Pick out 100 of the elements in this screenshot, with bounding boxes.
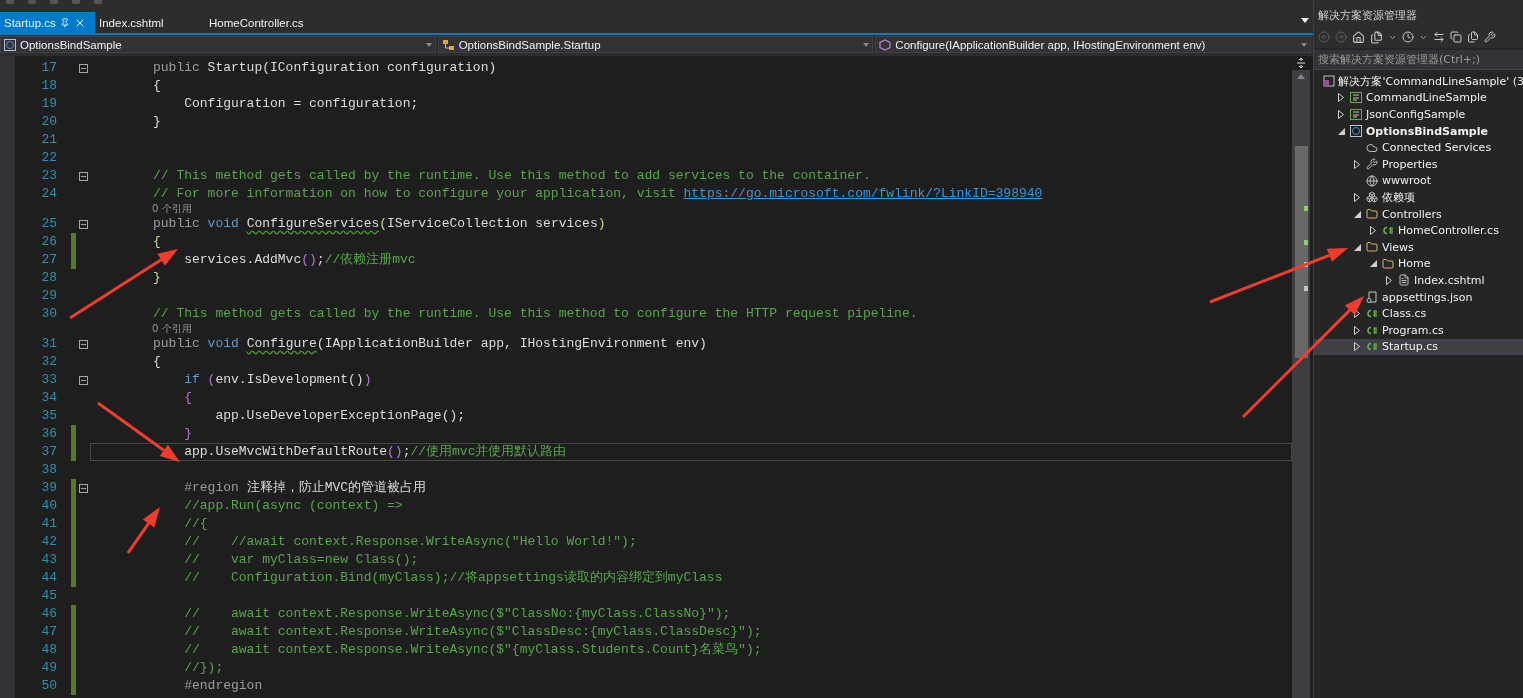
tree-item[interactable]: Properties [1314,155,1523,173]
sync-icon[interactable] [1433,31,1445,43]
tree-item[interactable]: Startup.cs [1314,338,1523,356]
dropdown-caret-icon [1301,42,1307,47]
code-line: #region 注释掉，防止MVC的管道被占用 [183,479,428,497]
dropdown-caret-icon [425,42,432,47]
csharp-project-icon [1350,109,1362,120]
collapsed-triangle-icon[interactable] [1354,342,1360,352]
project-icon [4,38,16,51]
collapse-icon[interactable] [79,219,88,229]
code-line: // await context.Response.WriteAsync($"ClassNo:{myClass.ClassNo}"); [183,605,732,623]
collapse-icon[interactable] [79,483,88,493]
editor-tab[interactable]: Index.cshtml [95,12,205,33]
tree-item[interactable]: wwwroot [1314,172,1523,190]
csharp-project-icon [1350,92,1362,104]
line-number: 22 [40,149,57,167]
collapsed-triangle-icon[interactable] [1338,93,1344,103]
history-icon[interactable] [1402,31,1414,43]
collapse-icon[interactable] [79,171,88,181]
expanded-triangle-icon[interactable] [1353,210,1361,218]
reference-count[interactable]: 0 个引用 [152,203,192,215]
tree-item[interactable]: CommandLineSample [1314,89,1523,107]
collapse-all-icon[interactable] [1450,31,1462,43]
collapse-icon[interactable] [79,339,88,349]
scroll-thumb[interactable] [1294,146,1308,358]
collapsed-triangle-icon[interactable] [1354,192,1360,202]
editor-tab[interactable]: Startup.cs [0,12,95,33]
collapse-icon[interactable] [79,63,88,73]
line-number: 30 [40,305,57,323]
split-icon[interactable] [1292,56,1310,70]
collapsed-triangle-icon[interactable] [1338,110,1344,119]
code-line: { [152,233,162,251]
navigation-dropdown[interactable]: OptionsBindSample.Startup [437,36,874,53]
tree-item[interactable]: 解决方案'CommandLineSample' (3 [1314,73,1523,90]
scroll-marker [1304,286,1308,291]
tree-item[interactable]: Class.cs [1314,305,1523,322]
code-line: //app.Run(async (context) => [183,497,404,515]
navigation-dropdown[interactable]: Configure(IApplicationBuilder app, IHostingEnvironment env) [875,36,1311,53]
json-file-icon [1366,291,1378,303]
tree-item[interactable]: Index.cshtml [1314,272,1523,289]
tree-item[interactable]: JsonConfigSample [1314,106,1523,123]
code-line: public void ConfigureServices(IServiceCollection services) [152,215,607,233]
scroll-marker [1304,206,1308,211]
code-line: // This method gets called by the runtime. Use this method to add services to the container. [152,167,872,185]
line-number: 45 [40,587,57,605]
scroll-up-icon[interactable] [1297,74,1305,79]
csharp-file-icon [1382,226,1394,236]
vertical-scrollbar[interactable] [1292,56,1310,698]
tree-item[interactable]: 依赖项 [1314,189,1523,206]
tree-item[interactable]: Controllers [1314,205,1523,223]
scroll-marker [1304,240,1308,245]
line-number: 44 [40,569,57,587]
line-number: 31 [40,335,57,353]
expanded-triangle-icon[interactable] [1337,127,1345,135]
line-number: 20 [40,113,57,131]
tree-item[interactable]: Program.cs [1314,321,1523,339]
code-line: Configuration = configuration; [183,95,420,113]
tab-list-dropdown-icon[interactable] [1301,18,1309,23]
line-number: 39 [40,479,57,497]
expanded-triangle-icon[interactable] [1369,260,1377,268]
line-number: 23 [40,167,57,185]
tree-item[interactable]: OptionsBindSample [1314,122,1523,140]
line-number: 29 [40,287,57,305]
properties-icon[interactable] [1484,31,1496,43]
collapsed-triangle-icon[interactable] [1354,159,1360,169]
tree-item[interactable]: appsettings.json [1314,288,1523,306]
tree-item[interactable]: Views [1314,238,1523,256]
class-icon [441,38,455,51]
show-all-files-icon[interactable] [1467,31,1479,43]
tree-item[interactable]: Home [1314,255,1523,273]
code-line: app.UseDeveloperExceptionPage(); [214,407,467,425]
method-cube-icon [879,38,892,51]
code-line: public Startup(IConfiguration configuration) [152,59,498,77]
switch-views-icon[interactable] [1370,30,1383,44]
collapsed-triangle-icon[interactable] [1386,275,1392,285]
line-number: 47 [40,623,57,641]
collapsed-triangle-icon[interactable] [1354,325,1360,335]
line-number: 17 [40,59,57,77]
collapsed-triangle-icon[interactable] [1370,226,1376,236]
code-line: } [152,269,162,287]
line-number: 38 [40,461,57,479]
home-icon[interactable] [1352,30,1365,44]
pin-icon[interactable] [59,17,70,28]
code-line: // This method gets called by the runtime. Use this method to configure the HTTP request pipeline. [152,305,919,323]
folder-icon [1382,257,1394,270]
link[interactable]: https://go.microsoft.com/fwlink/?LinkID=398940 [683,186,1043,201]
code-line: // //await context.Response.WriteAsync("Hello World!"); [183,533,638,551]
navigation-dropdown[interactable]: OptionsBindSample [0,36,436,53]
reference-count[interactable]: 0 个引用 [152,323,192,335]
scroll-marker [1304,262,1308,267]
editor-tab[interactable]: HomeController.cs [205,12,315,33]
tree-item[interactable]: HomeController.cs [1314,222,1523,239]
collapse-icon[interactable] [79,375,88,385]
expanded-triangle-icon[interactable] [1353,243,1361,251]
code-line: { [183,389,193,407]
tree-item[interactable]: Connected Services [1314,139,1523,156]
search-field[interactable]: 搜索解决方案资源管理器(Ctrl+;) [1314,50,1523,70]
collapsed-triangle-icon[interactable] [1354,309,1360,319]
line-number: 46 [40,605,57,623]
solution-icon [1323,75,1336,88]
